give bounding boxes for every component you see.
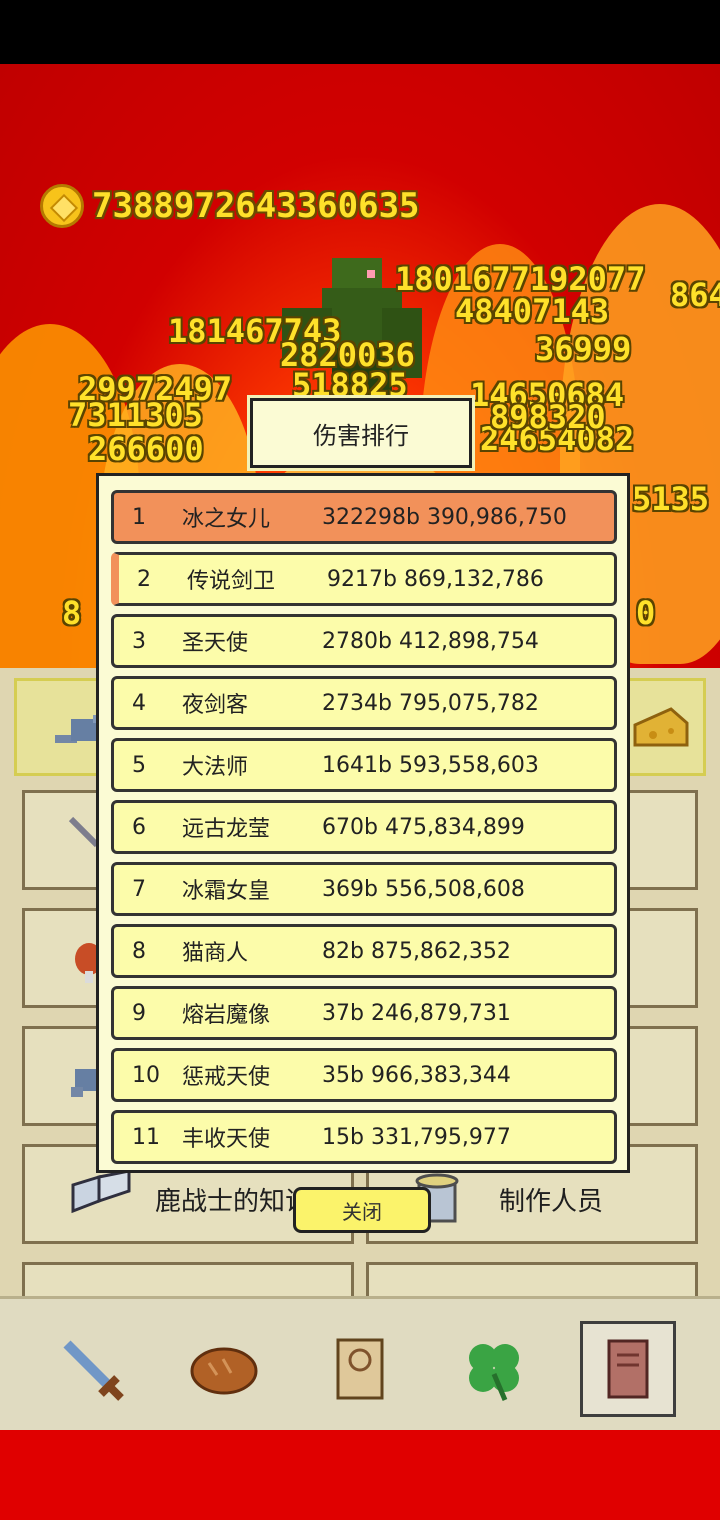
leaderboard-row[interactable]: 10 惩戒天使 35b 966,383,344 — [111, 1048, 617, 1102]
rank-number: 5 — [132, 752, 146, 778]
leaderboard-row[interactable]: 4 夜剑客 2734b 795,075,782 — [111, 676, 617, 730]
rank-number: 3 — [132, 628, 146, 654]
close-button[interactable]: 关闭 — [293, 1187, 431, 1233]
rank-number: 6 — [132, 814, 146, 840]
rank-number: 4 — [132, 690, 146, 716]
damage-value: 2780b 412,898,754 — [322, 628, 539, 654]
hero-name: 传说剑卫 — [187, 569, 276, 594]
leaderboard-row[interactable]: 3 圣天使 2780b 412,898,754 — [111, 614, 617, 668]
hero-name: 熔岩魔像 — [182, 1003, 271, 1028]
rank-number: 9 — [132, 1000, 146, 1026]
hero-name: 圣天使 — [182, 631, 249, 656]
rank-number: 7 — [132, 876, 146, 902]
damage-value: 35b 966,383,344 — [322, 1062, 511, 1088]
gold-amount: 7388972643360635 — [92, 186, 420, 226]
currency-display: 7388972643360635 — [40, 184, 420, 228]
leaderboard-panel: 1 冰之女儿 322298b 390,986,750 2 传说剑卫 9217b … — [96, 473, 630, 1173]
damage-value: 369b 556,508,608 — [322, 876, 525, 902]
damage-number: 266600 — [88, 430, 204, 468]
leaderboard-row[interactable]: 6 远古龙莹 670b 475,834,899 — [111, 800, 617, 854]
damage-value: 1641b 593,558,603 — [322, 752, 539, 778]
damage-value: 9217b 869,132,786 — [327, 566, 544, 592]
damage-value: 322298b 390,986,750 — [322, 504, 567, 530]
rank-number: 8 — [132, 938, 146, 964]
damage-number: 7311305 — [68, 396, 203, 434]
damage-value: 670b 475,834,899 — [322, 814, 525, 840]
hero-name: 冰霜女皇 — [182, 879, 271, 904]
leaderboard-row[interactable]: 2 传说剑卫 9217b 869,132,786 — [111, 552, 617, 606]
rank-number: 1 — [132, 504, 146, 530]
hero-name: 猫商人 — [182, 941, 249, 966]
damage-number: 8 — [62, 594, 82, 632]
damage-number: 36999 — [535, 330, 632, 368]
leaderboard-row[interactable]: 7 冰霜女皇 369b 556,508,608 — [111, 862, 617, 916]
hero-name: 夜剑客 — [182, 693, 249, 718]
rank-number: 10 — [132, 1062, 160, 1088]
damage-number: 864 — [670, 276, 720, 314]
damage-value: 2734b 795,075,782 — [322, 690, 539, 716]
damage-number: 898320 — [490, 398, 606, 436]
leaderboard-title: 伤害排行 — [247, 395, 475, 471]
rank-number: 11 — [132, 1124, 160, 1150]
rank-number: 2 — [137, 566, 151, 592]
leaderboard-row[interactable]: 5 大法师 1641b 593,558,603 — [111, 738, 617, 792]
leaderboard-row[interactable]: 8 猫商人 82b 875,862,352 — [111, 924, 617, 978]
damage-number: 48407143 — [455, 292, 610, 330]
damage-value: 37b 246,879,731 — [322, 1000, 511, 1026]
hero-name: 丰收天使 — [182, 1127, 271, 1152]
leaderboard-row[interactable]: 1 冰之女儿 322298b 390,986,750 — [111, 490, 617, 544]
leaderboard-row[interactable]: 9 熔岩魔像 37b 246,879,731 — [111, 986, 617, 1040]
status-bar — [0, 0, 720, 64]
hero-name: 远古龙莹 — [182, 817, 271, 842]
hero-name: 冰之女儿 — [182, 507, 271, 532]
damage-number: 5135 — [632, 480, 710, 518]
floor-area — [0, 1430, 720, 1520]
damage-value: 15b 331,795,977 — [322, 1124, 511, 1150]
gold-coin-icon — [40, 184, 84, 228]
leaderboard-row[interactable]: 11 丰收天使 15b 331,795,977 — [111, 1110, 617, 1164]
damage-number: 0 — [636, 594, 656, 632]
hero-name: 大法师 — [182, 755, 249, 780]
damage-value: 82b 875,862,352 — [322, 938, 511, 964]
hero-name: 惩戒天使 — [182, 1065, 271, 1090]
